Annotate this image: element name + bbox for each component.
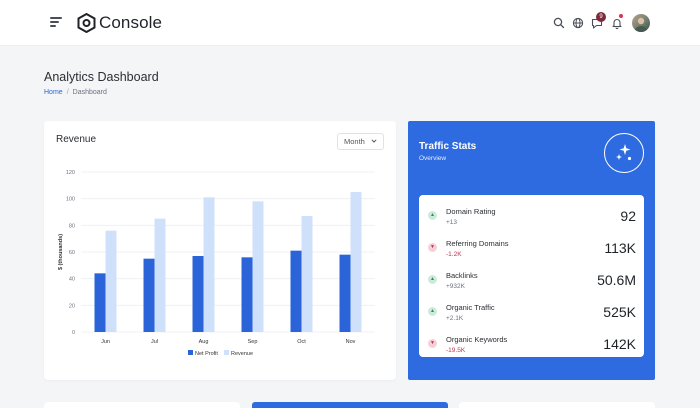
bar-revenue bbox=[203, 197, 215, 332]
bar-revenue bbox=[350, 192, 362, 332]
arrow-up-icon: ▲ bbox=[428, 307, 437, 316]
search-icon[interactable] bbox=[552, 16, 566, 30]
bar-net-profit bbox=[339, 254, 351, 332]
bar-net-profit bbox=[192, 256, 204, 332]
arrow-up-icon: ▲ bbox=[428, 275, 437, 284]
traffic-stat-value: 525K bbox=[603, 304, 636, 320]
arrow-down-icon: ▼ bbox=[428, 243, 437, 252]
traffic-stat-label: Backlinks bbox=[446, 271, 478, 280]
notification-badge: 9 bbox=[596, 12, 606, 22]
brand-name[interactable]: Console bbox=[99, 13, 162, 33]
traffic-stat-value: 92 bbox=[620, 208, 636, 224]
traffic-subtitle: Overview bbox=[419, 155, 447, 162]
arrow-down-icon: ▼ bbox=[428, 339, 437, 348]
logo-icon[interactable] bbox=[77, 13, 96, 33]
page-title: Analytics Dashboard bbox=[44, 70, 159, 84]
x-tick-label: Nov bbox=[346, 339, 356, 345]
breadcrumb: Home / Dashboard bbox=[44, 89, 107, 96]
bar-revenue bbox=[154, 218, 166, 332]
traffic-stat-row: ▼ Organic Keywords -19.5K 142K bbox=[419, 327, 644, 359]
legend-label: Revenue bbox=[231, 351, 253, 357]
bottom-card-1 bbox=[44, 402, 240, 408]
sparkle-badge bbox=[604, 133, 644, 173]
y-tick-label: 120 bbox=[66, 170, 75, 176]
bar-revenue bbox=[301, 216, 313, 332]
globe-icon[interactable] bbox=[571, 16, 585, 30]
y-tick-label: 80 bbox=[69, 223, 75, 229]
y-tick-label: 60 bbox=[69, 250, 75, 256]
x-tick-label: Jul bbox=[151, 339, 158, 345]
bar-net-profit bbox=[241, 257, 253, 332]
traffic-stat-value: 50.6M bbox=[597, 272, 636, 288]
traffic-stat-label: Referring Domains bbox=[446, 239, 509, 248]
traffic-stat-change: +2.1K bbox=[446, 315, 464, 322]
y-tick-label: 100 bbox=[66, 197, 75, 203]
bar-revenue bbox=[105, 230, 117, 332]
alert-dot bbox=[619, 14, 623, 18]
traffic-stat-change: +13 bbox=[446, 219, 458, 226]
breadcrumb-home-link[interactable]: Home bbox=[44, 89, 63, 96]
top-header: Console 9 bbox=[0, 0, 700, 46]
traffic-stat-row: ▲ Organic Traffic +2.1K 525K bbox=[419, 295, 644, 327]
bar-net-profit bbox=[94, 273, 106, 332]
y-tick-label: 20 bbox=[69, 303, 75, 309]
legend-swatch bbox=[224, 350, 229, 355]
traffic-stats-list: ▲ Domain Rating +13 92 ▼ Referring Domains -1.… bbox=[419, 195, 644, 357]
breadcrumb-separator: / bbox=[66, 89, 69, 96]
y-tick-label: 0 bbox=[72, 330, 75, 336]
y-tick-label: 40 bbox=[69, 277, 75, 283]
traffic-stat-label: Organic Traffic bbox=[446, 303, 495, 312]
breadcrumb-current: Dashboard bbox=[72, 89, 107, 96]
sparkle-icon bbox=[616, 144, 632, 161]
traffic-stat-row: ▲ Domain Rating +13 92 bbox=[419, 199, 644, 231]
revenue-chart: 0 20 40 60 80 100 120 $ (thousands) Jun Jul Aug Sep… bbox=[58, 170, 375, 357]
bottom-card-3 bbox=[459, 402, 655, 408]
bottom-card-2 bbox=[252, 402, 448, 408]
avatar[interactable] bbox=[632, 14, 650, 32]
traffic-stat-change: -19.5K bbox=[446, 347, 466, 354]
x-tick-label: Sep bbox=[248, 339, 258, 345]
bell-icon[interactable] bbox=[610, 16, 624, 30]
traffic-title: Traffic Stats bbox=[419, 141, 477, 152]
x-tick-label: Aug bbox=[199, 339, 209, 345]
traffic-stat-label: Organic Keywords bbox=[446, 335, 508, 344]
traffic-stat-row: ▼ Referring Domains -1.2K 113K bbox=[419, 231, 644, 263]
revenue-card: Revenue Month 0 20 40 60 80 100 120 $ (thousand… bbox=[44, 121, 396, 380]
traffic-stat-change: +932K bbox=[446, 283, 465, 290]
traffic-stat-change: -1.2K bbox=[446, 251, 462, 258]
traffic-stat-label: Domain Rating bbox=[446, 207, 496, 216]
traffic-stat-value: 142K bbox=[603, 336, 636, 352]
x-tick-label: Jun bbox=[101, 339, 110, 345]
bar-net-profit bbox=[290, 250, 302, 332]
traffic-stat-value: 113K bbox=[604, 240, 636, 256]
x-tick-label: Oct bbox=[297, 339, 306, 345]
bar-revenue bbox=[252, 201, 264, 332]
bar-net-profit bbox=[143, 258, 155, 332]
arrow-up-icon: ▲ bbox=[428, 211, 437, 220]
traffic-stat-row: ▲ Backlinks +932K 50.6M bbox=[419, 263, 644, 295]
legend-label: Net Profit bbox=[195, 351, 218, 357]
traffic-stats-card: Traffic Stats Overview ▲ Domain Rating +13… bbox=[408, 121, 655, 380]
legend-swatch bbox=[188, 350, 193, 355]
y-axis-label: $ (thousands) bbox=[58, 234, 64, 270]
user-photo-icon bbox=[634, 17, 648, 32]
menu-toggle-icon[interactable] bbox=[50, 16, 64, 28]
